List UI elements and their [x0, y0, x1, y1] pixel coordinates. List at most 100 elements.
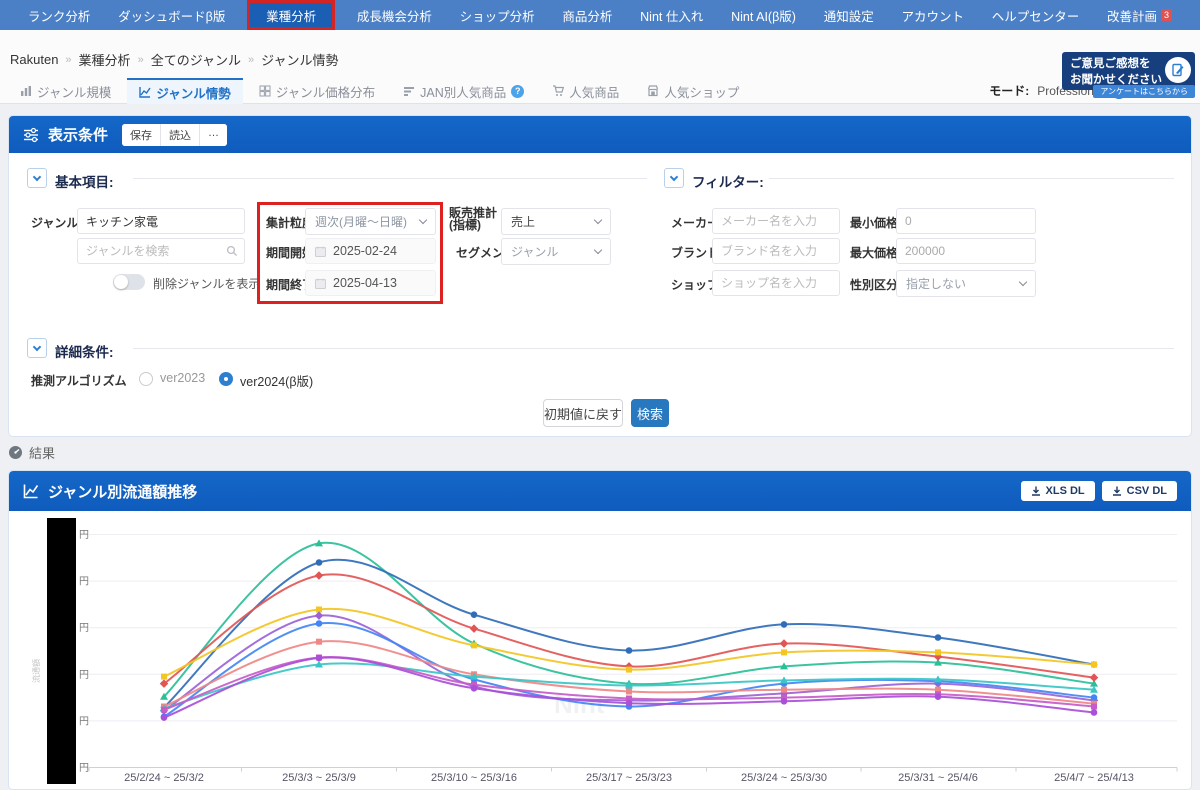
granularity-select[interactable]: 週次(月曜〜日曜)	[305, 208, 436, 235]
result-section-label: 結果	[8, 443, 55, 462]
feedback-banner[interactable]: ご意見ご感想を お聞かせください アンケートはこちらから	[1062, 52, 1195, 90]
line-chart-icon	[139, 86, 151, 98]
data-point	[316, 655, 323, 662]
reset-button[interactable]: 初期値に戻す	[543, 399, 623, 427]
max-price-input[interactable]	[896, 238, 1036, 264]
feedback-ribbon: アンケートはこちらから	[1093, 85, 1195, 98]
data-point	[471, 685, 478, 692]
breadcrumb-item-industry[interactable]: 業種分析	[79, 50, 131, 69]
cart-icon	[552, 85, 564, 97]
data-point	[781, 698, 788, 705]
basic-section-title: 基本項目:	[55, 171, 114, 191]
algo-ver2023-radio[interactable]	[139, 372, 153, 386]
tab-genre-scale[interactable]: ジャンル規模	[8, 78, 123, 104]
divider	[133, 178, 647, 179]
filter-panel: 表示条件 保存 読込 … 基本項目: ジャンル 集計粒度 週次(月曜〜日曜) 販…	[8, 115, 1192, 437]
breadcrumb-item-rakuten[interactable]: Rakuten	[10, 52, 58, 67]
min-price-label: 最小価格	[850, 214, 898, 231]
tab-label: 人気商品	[569, 82, 619, 101]
period-start-input[interactable]: 2025-02-24	[305, 238, 436, 264]
bar-chart-icon	[20, 85, 32, 97]
tab-popular-products[interactable]: 人気商品	[540, 78, 631, 104]
nav-item-improvement-plan[interactable]: 改善計画 3	[1101, 0, 1178, 30]
x-tick-label: 25/2/24 ~ 25/3/2	[124, 772, 204, 784]
csv-download-button[interactable]: CSV DL	[1102, 481, 1177, 501]
nav-item-dashboard-beta[interactable]: ダッシュボードβ版	[112, 0, 231, 30]
download-icon	[1112, 486, 1122, 496]
result-text: 結果	[29, 443, 55, 462]
shop-input[interactable]	[712, 270, 840, 296]
genre-search-input[interactable]	[77, 238, 245, 264]
help-icon[interactable]: ?	[511, 85, 524, 98]
chevron-down-icon	[594, 246, 602, 254]
algo-ver2023-label[interactable]: ver2023	[160, 371, 205, 385]
segment-select[interactable]: ジャンル	[501, 238, 611, 265]
download-icon	[1031, 486, 1041, 496]
maker-input[interactable]	[712, 208, 840, 234]
data-point	[471, 611, 478, 618]
y-tick-unit-label: 円	[79, 716, 89, 727]
basic-section-collapse-button[interactable]	[27, 168, 47, 188]
data-point	[781, 649, 787, 655]
tab-label: 人気ショップ	[664, 82, 739, 101]
hbar-icon	[403, 85, 415, 97]
search-button[interactable]: 検索	[631, 399, 669, 427]
period-end-value: 2025-04-13	[333, 276, 397, 290]
tab-jan-popular-products[interactable]: JAN別人気商品 ?	[391, 78, 536, 104]
nav-item-account[interactable]: アカウント	[895, 0, 970, 30]
more-button[interactable]: …	[200, 124, 227, 146]
chart-panel-header: ジャンル別流通額推移 XLS DL CSV DL	[9, 471, 1191, 511]
nav-item-product-analysis[interactable]: 商品分析	[556, 0, 618, 30]
period-end-input[interactable]: 2025-04-13	[305, 270, 436, 296]
max-price-label: 最大価格	[850, 244, 898, 261]
tab-genre-price-distribution[interactable]: ジャンル価格分布	[247, 78, 387, 104]
sales-metric-label: 販売推計(指標)	[449, 207, 497, 231]
breadcrumb-item-all-genres[interactable]: 全てのジャンル	[151, 50, 241, 69]
segment-value: ジャンル	[511, 243, 558, 260]
save-button[interactable]: 保存	[122, 124, 161, 146]
nav-item-industry-analysis[interactable]: 業種分析	[247, 0, 335, 30]
tab-label: ジャンル規模	[37, 82, 111, 101]
data-point	[161, 714, 168, 721]
pencil-clipboard-icon	[1165, 57, 1191, 83]
nav-item-growth-opportunity[interactable]: 成長機会分析	[351, 0, 438, 30]
nav-item-nint-ai[interactable]: Nint AI(β版)	[725, 0, 802, 30]
load-button[interactable]: 読込	[161, 124, 200, 146]
algo-ver2024-radio[interactable]	[219, 372, 233, 386]
nav-item-help-center[interactable]: ヘルプセンター	[986, 0, 1086, 30]
filter-section-collapse-button[interactable]	[664, 168, 684, 188]
data-point	[935, 649, 941, 655]
xls-download-button[interactable]: XLS DL	[1021, 481, 1095, 501]
chevron-down-icon	[1019, 278, 1027, 286]
nav-item-notification-settings[interactable]: 通知設定	[818, 0, 880, 30]
nav-item-rank-analysis[interactable]: ランク分析	[22, 0, 97, 30]
search-icon	[226, 245, 238, 257]
min-price-input[interactable]	[896, 208, 1036, 234]
algo-ver2024-label[interactable]: ver2024(β版)	[240, 371, 313, 390]
sales-metric-select[interactable]: 売上	[501, 208, 611, 235]
nav-item-shop-analysis[interactable]: ショップ分析	[454, 0, 541, 30]
genre-input[interactable]	[77, 208, 245, 234]
brand-input[interactable]	[712, 238, 840, 264]
genre-label: ジャンル	[31, 214, 78, 231]
tab-popular-shops[interactable]: 人気ショップ	[635, 78, 751, 104]
gender-label: 性別区分	[850, 276, 898, 293]
show-deleted-genres-toggle[interactable]	[113, 274, 145, 290]
data-point	[315, 611, 323, 619]
x-tick-label: 25/3/31 ~ 25/4/6	[898, 772, 978, 784]
divider	[769, 178, 1174, 179]
x-tick-label: 25/3/24 ~ 25/3/30	[741, 772, 827, 784]
breadcrumb-item-genre-trend: ジャンル情勢	[261, 50, 338, 69]
nav-item-nint-sourcing[interactable]: Nint 仕入れ	[634, 0, 709, 30]
data-point	[626, 689, 632, 695]
preset-button-group: 保存 読込 …	[122, 124, 227, 146]
tab-genre-trend[interactable]: ジャンル情勢	[127, 78, 242, 104]
breadcrumb-separator: »	[248, 54, 254, 66]
chart-line	[164, 543, 1094, 697]
y-tick-unit-label: 円	[79, 623, 89, 634]
detail-section-collapse-button[interactable]	[27, 338, 47, 358]
calendar-icon	[315, 278, 326, 289]
data-point	[1091, 662, 1097, 668]
x-tick-label: 25/3/3 ~ 25/3/9	[282, 772, 356, 784]
gender-select[interactable]: 指定しない	[896, 270, 1036, 297]
